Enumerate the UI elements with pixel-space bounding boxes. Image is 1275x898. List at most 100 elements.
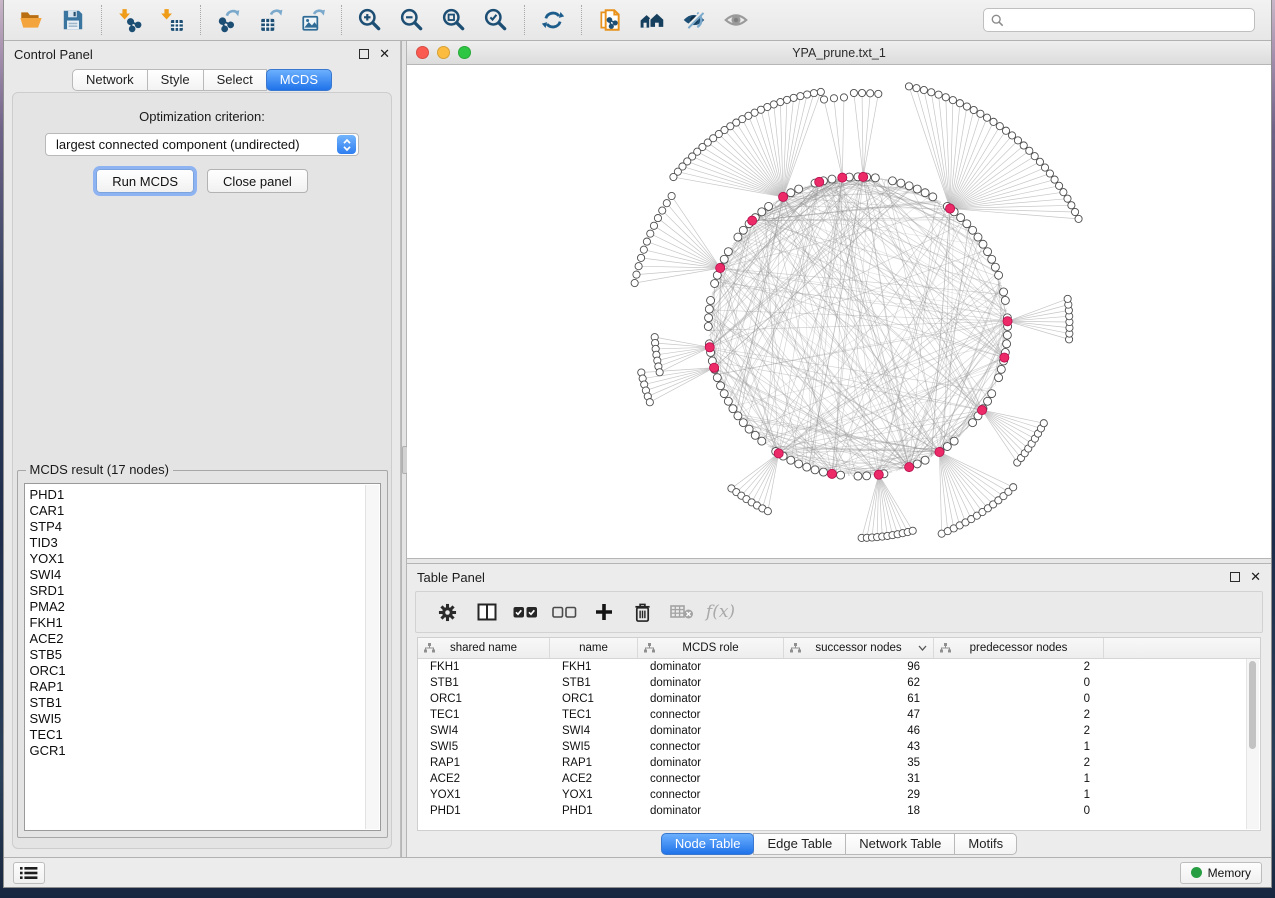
graph-hub-node[interactable] [838, 173, 847, 182]
float-panel-icon[interactable] [359, 49, 369, 59]
table-cell[interactable]: ACE2 [418, 773, 550, 785]
hide-selected-button[interactable] [675, 4, 713, 36]
column-header-successor-nodes[interactable]: successor nodes [784, 638, 934, 658]
table-tab-network-table[interactable]: Network Table [845, 833, 955, 855]
table-cell[interactable]: 0 [934, 805, 1104, 817]
table-cell[interactable]: connector [638, 773, 784, 785]
close-panel-icon[interactable]: ✕ [379, 49, 390, 59]
graph-node[interactable] [745, 425, 753, 433]
graph-node[interactable] [704, 322, 712, 330]
mcds-result-item[interactable]: RAP1 [30, 679, 380, 695]
table-scrollbar[interactable] [1246, 659, 1259, 829]
export-table-button[interactable] [252, 4, 290, 36]
graph-node[interactable] [734, 233, 742, 241]
graph-node[interactable] [921, 456, 929, 464]
graph-node[interactable] [647, 230, 654, 237]
table-cell[interactable]: 31 [784, 773, 934, 785]
graph-node[interactable] [854, 472, 862, 480]
graph-node[interactable] [787, 189, 795, 197]
graph-node[interactable] [850, 89, 857, 96]
graph-node[interactable] [830, 95, 837, 102]
tab-select[interactable]: Select [203, 69, 267, 91]
graph-node[interactable] [640, 246, 647, 253]
graph-node[interactable] [1064, 195, 1071, 202]
table-cell[interactable]: dominator [638, 661, 784, 673]
table-cell[interactable]: 18 [784, 805, 934, 817]
graph-node[interactable] [795, 460, 803, 468]
zoom-in-button[interactable] [351, 4, 389, 36]
add-column-button[interactable] [584, 596, 623, 628]
table-cell[interactable]: ORC1 [550, 693, 638, 705]
graph-node[interactable] [713, 374, 721, 382]
column-header-shared-name[interactable]: shared name [418, 638, 550, 658]
graph-hub-node[interactable] [779, 192, 788, 201]
table-row[interactable]: ORC1ORC1dominator610 [418, 691, 1260, 707]
graph-node[interactable] [875, 90, 882, 97]
table-cell[interactable]: 1 [934, 773, 1104, 785]
table-settings-button[interactable] [428, 596, 467, 628]
graph-node[interactable] [705, 314, 713, 322]
graph-node[interactable] [943, 443, 951, 451]
graph-node[interactable] [1031, 153, 1038, 160]
select-all-button[interactable] [506, 596, 545, 628]
graph-node[interactable] [921, 189, 929, 197]
graph-node[interactable] [751, 431, 759, 439]
mcds-result-item[interactable]: FKH1 [30, 615, 380, 631]
table-cell[interactable]: dominator [638, 693, 784, 705]
graph-node[interactable] [858, 89, 865, 96]
graph-node[interactable] [724, 248, 732, 256]
float-panel-icon[interactable] [1230, 572, 1240, 582]
table-cell[interactable]: SWI4 [418, 725, 550, 737]
graph-node[interactable] [950, 437, 958, 445]
graph-node[interactable] [820, 96, 827, 103]
graph-hub-node[interactable] [716, 263, 725, 272]
mcds-result-item[interactable]: YOX1 [30, 551, 380, 567]
graph-node[interactable] [1003, 331, 1011, 339]
table-cell[interactable]: dominator [638, 805, 784, 817]
mcds-result-item[interactable]: PMA2 [30, 599, 380, 615]
graph-hub-node[interactable] [946, 204, 955, 213]
graph-node[interactable] [905, 83, 912, 90]
graph-node[interactable] [995, 374, 1003, 382]
table-row[interactable]: ACE2ACE2connector311 [418, 771, 1260, 787]
graph-node[interactable] [974, 233, 982, 241]
graph-node[interactable] [804, 91, 811, 98]
graph-node[interactable] [913, 85, 920, 92]
graph-node[interactable] [765, 202, 773, 210]
graph-node[interactable] [990, 118, 997, 125]
apply-layout-button[interactable] [534, 4, 572, 36]
function-builder-button[interactable]: f(x) [701, 596, 740, 628]
graph-node[interactable] [1064, 295, 1071, 302]
graph-node[interactable] [963, 103, 970, 110]
graph-node[interactable] [995, 271, 1003, 279]
window-close-light[interactable] [416, 46, 429, 59]
table-cell[interactable]: 2 [934, 725, 1104, 737]
open-file-button[interactable] [12, 4, 50, 36]
mcds-result-item[interactable]: SWI4 [30, 567, 380, 583]
table-cell[interactable]: 29 [784, 789, 934, 801]
table-cell[interactable]: RAP1 [550, 757, 638, 769]
graph-node[interactable] [764, 508, 771, 515]
graph-node[interactable] [787, 456, 795, 464]
graph-node[interactable] [795, 185, 803, 193]
deselect-all-button[interactable] [545, 596, 584, 628]
table-cell[interactable]: FKH1 [550, 661, 638, 673]
graph-node[interactable] [633, 271, 640, 278]
run-mcds-button[interactable]: Run MCDS [96, 169, 194, 193]
graph-node[interactable] [928, 89, 935, 96]
zoom-out-button[interactable] [393, 4, 431, 36]
graph-node[interactable] [913, 185, 921, 193]
table-cell[interactable]: ACE2 [550, 773, 638, 785]
graph-node[interactable] [988, 255, 996, 263]
table-row[interactable]: SWI4SWI4dominator462 [418, 723, 1260, 739]
graph-node[interactable] [637, 254, 644, 261]
graph-node[interactable] [935, 91, 942, 98]
destroy-table-button[interactable] [662, 596, 701, 628]
list-scrollbar-track[interactable] [365, 485, 379, 829]
graph-node[interactable] [646, 399, 653, 406]
graph-node[interactable] [867, 90, 874, 97]
mcds-result-item[interactable]: CAR1 [30, 503, 380, 519]
graph-node[interactable] [969, 419, 977, 427]
graph-node[interactable] [1008, 132, 1015, 139]
graph-node[interactable] [905, 182, 913, 190]
